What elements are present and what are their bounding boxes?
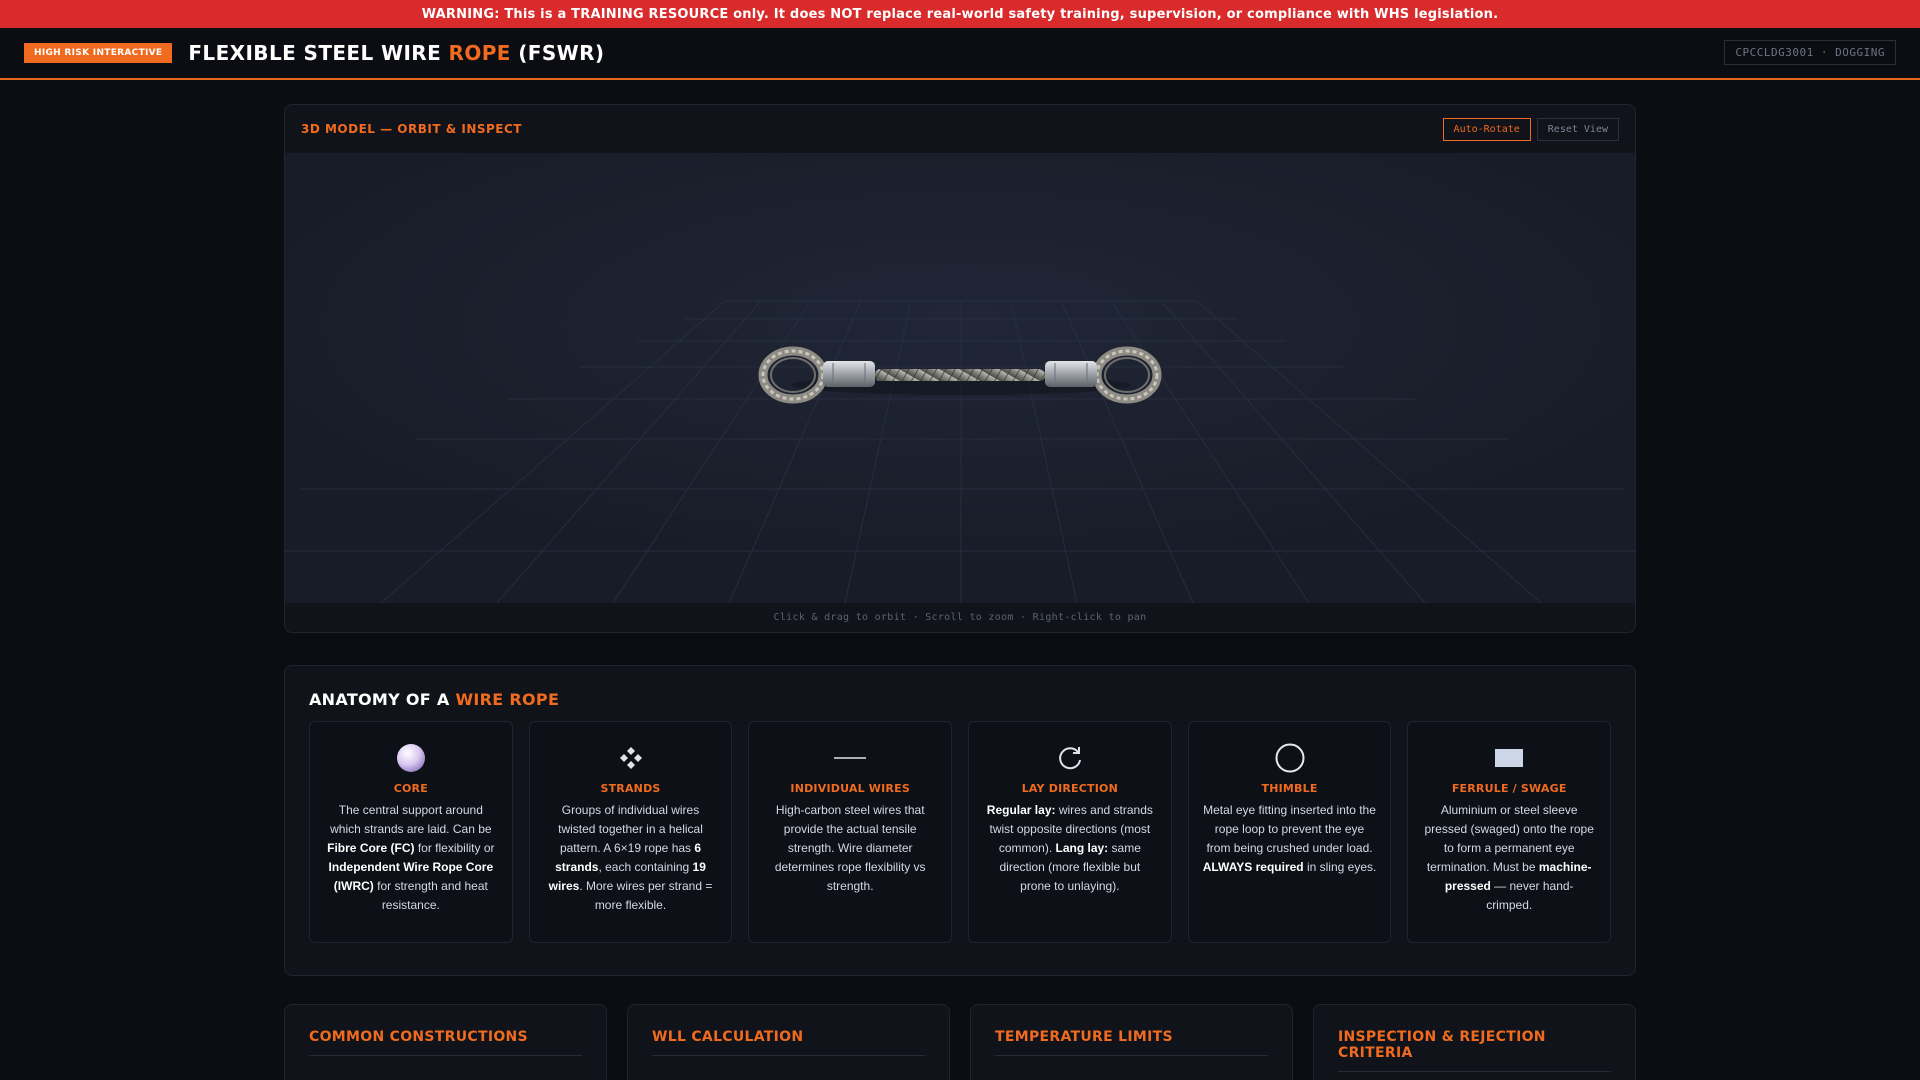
reference-panels: COMMON CONSTRUCTIONS WLL CALCULATION TEM… <box>284 1004 1636 1080</box>
card-title: THIMBLE <box>1261 782 1318 795</box>
card-description-text: in sling eyes. <box>1303 860 1377 874</box>
card-description-text: . More wires per strand = more flexible. <box>579 879 713 912</box>
diamond-cluster-icon <box>544 742 718 774</box>
left-ferrule <box>823 361 875 387</box>
card-description-text: Groups of individual wires twisted toget… <box>558 803 703 855</box>
wire-line-icon <box>763 742 937 774</box>
card-description-emphasis: Fibre Core (FC) <box>327 841 415 855</box>
card-description-text: — never hand-crimped. <box>1486 879 1574 912</box>
rope-body <box>875 369 1045 381</box>
common-constructions-panel: COMMON CONSTRUCTIONS <box>284 1004 607 1080</box>
card-description-text: for flexibility or <box>414 841 495 855</box>
card-title: FERRULE / SWAGE <box>1451 782 1567 795</box>
anatomy-title-prefix: ANATOMY OF A <box>309 690 456 709</box>
card-description-text: for strength and heat resistance. <box>373 879 488 912</box>
card-description-text: , each containing <box>598 860 693 874</box>
training-warning-banner: WARNING: This is a TRAINING RESOURCE onl… <box>0 0 1920 28</box>
card-description: Regular lay: wires and strands twist opp… <box>983 801 1157 896</box>
anatomy-card-core: CORE The central support around which st… <box>309 721 513 943</box>
anatomy-section: ANATOMY OF A WIRE ROPE CORE The central … <box>284 665 1636 976</box>
inspection-criteria-panel: INSPECTION & REJECTION CRITERIA <box>1313 1004 1636 1080</box>
ring-icon <box>1203 742 1377 774</box>
page-title-accent: ROPE <box>448 41 511 65</box>
high-risk-badge: HIGH RISK INTERACTIVE <box>24 43 173 63</box>
viewer-controls-hint: Click & drag to orbit · Scroll to zoom ·… <box>773 611 1147 623</box>
3d-viewer-panel: 3D MODEL — ORBIT & INSPECT Auto-Rotate R… <box>284 104 1636 633</box>
anatomy-title-accent: WIRE ROPE <box>455 690 560 709</box>
card-description-emphasis: Regular lay: <box>986 803 1056 817</box>
card-title: INDIVIDUAL WIRES <box>790 782 910 795</box>
rotate-arrow-icon <box>983 742 1157 774</box>
anatomy-card-ferrule: FERRULE / SWAGE Aluminium or steel sleev… <box>1407 721 1612 943</box>
anatomy-card-thimble: THIMBLE Metal eye fitting inserted into … <box>1187 721 1392 943</box>
card-description: High-carbon steel wires that provide the… <box>763 801 937 896</box>
card-description-emphasis: ALWAYS required <box>1202 860 1304 874</box>
card-title: CORE <box>393 782 428 795</box>
card-description-text: High-carbon steel wires that provide the… <box>774 803 926 893</box>
wll-calculation-panel: WLL CALCULATION <box>627 1004 950 1080</box>
panel-title: TEMPERATURE LIMITS <box>995 1029 1268 1056</box>
viewer-title: 3D MODEL — ORBIT & INSPECT <box>301 122 522 136</box>
panel-title: INSPECTION & REJECTION CRITERIA <box>1338 1029 1611 1072</box>
wire-rope-scene <box>285 153 1635 603</box>
card-description: Metal eye fitting inserted into the rope… <box>1203 801 1377 877</box>
viewer-header: 3D MODEL — ORBIT & INSPECT Auto-Rotate R… <box>285 105 1635 153</box>
card-description-emphasis: Lang lay: <box>1055 841 1109 855</box>
anatomy-card-strands: STRANDS Groups of individual wires twist… <box>528 721 733 943</box>
right-ferrule <box>1045 361 1097 387</box>
anatomy-card-lay-direction: LAY DIRECTION Regular lay: wires and str… <box>968 721 1172 943</box>
page-title: FLEXIBLE STEEL WIRE ROPE (FSWR) <box>188 41 604 65</box>
page-title-prefix: FLEXIBLE STEEL WIRE <box>188 41 449 65</box>
card-title: LAY DIRECTION <box>1021 782 1118 795</box>
anatomy-title: ANATOMY OF A WIRE ROPE <box>309 690 1611 709</box>
page-header: HIGH RISK INTERACTIVE FLEXIBLE STEEL WIR… <box>0 28 1920 80</box>
card-description: The central support around which strands… <box>324 801 498 915</box>
card-description: Groups of individual wires twisted toget… <box>544 801 718 915</box>
3d-model-canvas[interactable] <box>285 153 1635 603</box>
temperature-limits-panel: TEMPERATURE LIMITS <box>970 1004 1293 1080</box>
card-description-text: Metal eye fitting inserted into the rope… <box>1203 803 1376 855</box>
card-description-text: The central support around which strands… <box>330 803 492 836</box>
panel-title: COMMON CONSTRUCTIONS <box>309 1029 582 1056</box>
course-code-tag: CPCCLDG3001 · DOGGING <box>1724 40 1896 65</box>
auto-rotate-button[interactable]: Auto-Rotate <box>1442 117 1531 141</box>
anatomy-card-individual-wires: INDIVIDUAL WIRES High-carbon steel wires… <box>748 721 953 943</box>
sphere-icon <box>324 742 498 774</box>
card-description: Aluminium or steel sleeve pressed (swage… <box>1422 801 1596 915</box>
page-title-suffix: (FSWR) <box>510 41 605 65</box>
card-title: STRANDS <box>600 782 661 795</box>
reset-view-button[interactable]: Reset View <box>1536 117 1619 141</box>
viewer-controls: Auto-Rotate Reset View <box>1442 117 1619 141</box>
sleeve-block-icon <box>1422 742 1596 774</box>
panel-title: WLL CALCULATION <box>652 1029 925 1056</box>
anatomy-cards: CORE The central support around which st… <box>309 721 1612 943</box>
